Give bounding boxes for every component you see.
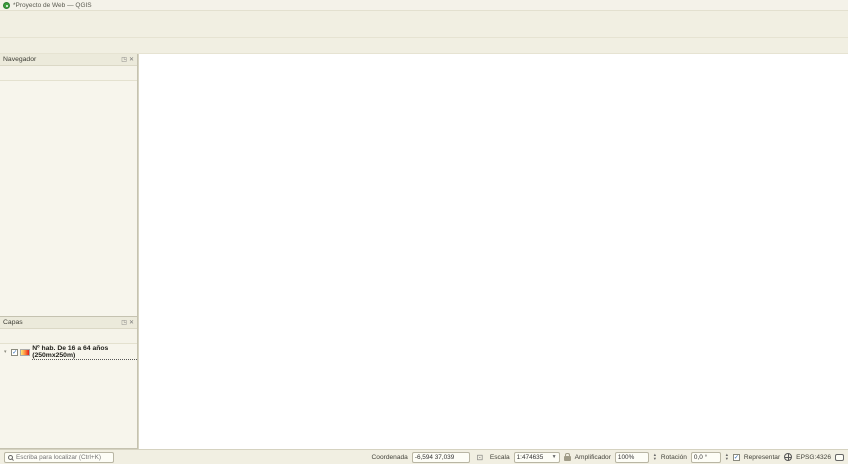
left-docks: Navegador ◳ ✕ Capas ◳ ✕ ▾ ✓ Nº hab. De 1… — [0, 54, 138, 449]
magnifier-stepper[interactable]: ▲ ▼ — [653, 453, 657, 461]
layers-panel-header: Capas ◳ ✕ — [0, 317, 137, 329]
toolbar-row-1 — [0, 22, 848, 38]
statusbar: Coordenada ⊡ Escala ▼ Amplificador ▲▼ Ro… — [0, 449, 848, 464]
layers-panel: Capas ◳ ✕ ▾ ✓ Nº hab. De 16 a 64 años (2… — [0, 317, 137, 449]
magnifier-label: Amplificador — [574, 453, 611, 461]
browser-tree — [0, 81, 137, 316]
layer-expander-icon[interactable]: ▾ — [4, 349, 9, 355]
scale-dropdown-icon[interactable]: ▼ — [552, 454, 557, 460]
rotation-stepper[interactable]: ▲ ▼ — [725, 453, 729, 461]
browser-toolbar — [0, 66, 137, 81]
locator-search[interactable] — [4, 451, 114, 463]
scale-input[interactable] — [516, 453, 552, 461]
layers-tree: ▾ ✓ Nº hab. De 16 a 64 años (250mx250m) — [0, 344, 137, 448]
layers-close-icon[interactable]: ✕ — [129, 319, 134, 326]
window-title: *Proyecto de Web — QGIS — [13, 1, 92, 9]
scale-lock-icon[interactable] — [563, 453, 571, 461]
coordinate-label: Coordenada — [371, 453, 408, 461]
layers-float-icon[interactable]: ◳ — [121, 319, 127, 326]
browser-panel-header: Navegador ◳ ✕ — [0, 54, 137, 66]
browser-panel-title: Navegador — [3, 56, 37, 63]
coordinate-input[interactable] — [414, 453, 467, 461]
map-canvas-area — [138, 54, 848, 449]
rotation-label: Rotación — [660, 453, 687, 461]
magnifier-input[interactable] — [617, 453, 646, 461]
locator-input[interactable] — [16, 453, 106, 461]
render-checkbox[interactable]: ✓ — [732, 453, 740, 461]
messages-icon[interactable] — [835, 453, 844, 461]
layer-raster-icon — [20, 348, 31, 356]
layers-panel-title: Capas — [3, 319, 23, 326]
browser-close-icon[interactable]: ✕ — [129, 56, 134, 63]
rotation-input[interactable] — [693, 453, 718, 461]
map-canvas[interactable] — [139, 54, 439, 204]
crs-globe-icon — [784, 453, 793, 461]
crs-value[interactable]: EPSG:4326 — [796, 454, 831, 461]
layer-checkbox[interactable]: ✓ — [11, 348, 19, 356]
qgis-window: *Proyecto de Web — QGIS Navegador ◳ ✕ Ca… — [0, 0, 848, 464]
scale-label: Escala — [489, 453, 510, 461]
browser-panel: Navegador ◳ ✕ — [0, 54, 137, 317]
layer-item[interactable]: ▾ ✓ Nº hab. De 16 a 64 años (250mx250m) — [2, 345, 137, 360]
search-icon — [8, 454, 13, 460]
titlebar: *Proyecto de Web — QGIS — [0, 0, 848, 11]
layer-name[interactable]: Nº hab. De 16 a 64 años (250mx250m) — [32, 345, 137, 360]
browser-float-icon[interactable]: ◳ — [121, 56, 127, 63]
menubar — [0, 11, 848, 22]
toolbar-row-2 — [0, 38, 848, 54]
main-area: Navegador ◳ ✕ Capas ◳ ✕ ▾ ✓ Nº hab. De 1… — [0, 54, 848, 449]
extents-toggle-icon[interactable]: ⊡ — [474, 451, 486, 463]
render-label: Representar — [743, 453, 781, 461]
layers-toolbar — [0, 329, 137, 344]
qgis-logo-icon — [3, 1, 10, 9]
